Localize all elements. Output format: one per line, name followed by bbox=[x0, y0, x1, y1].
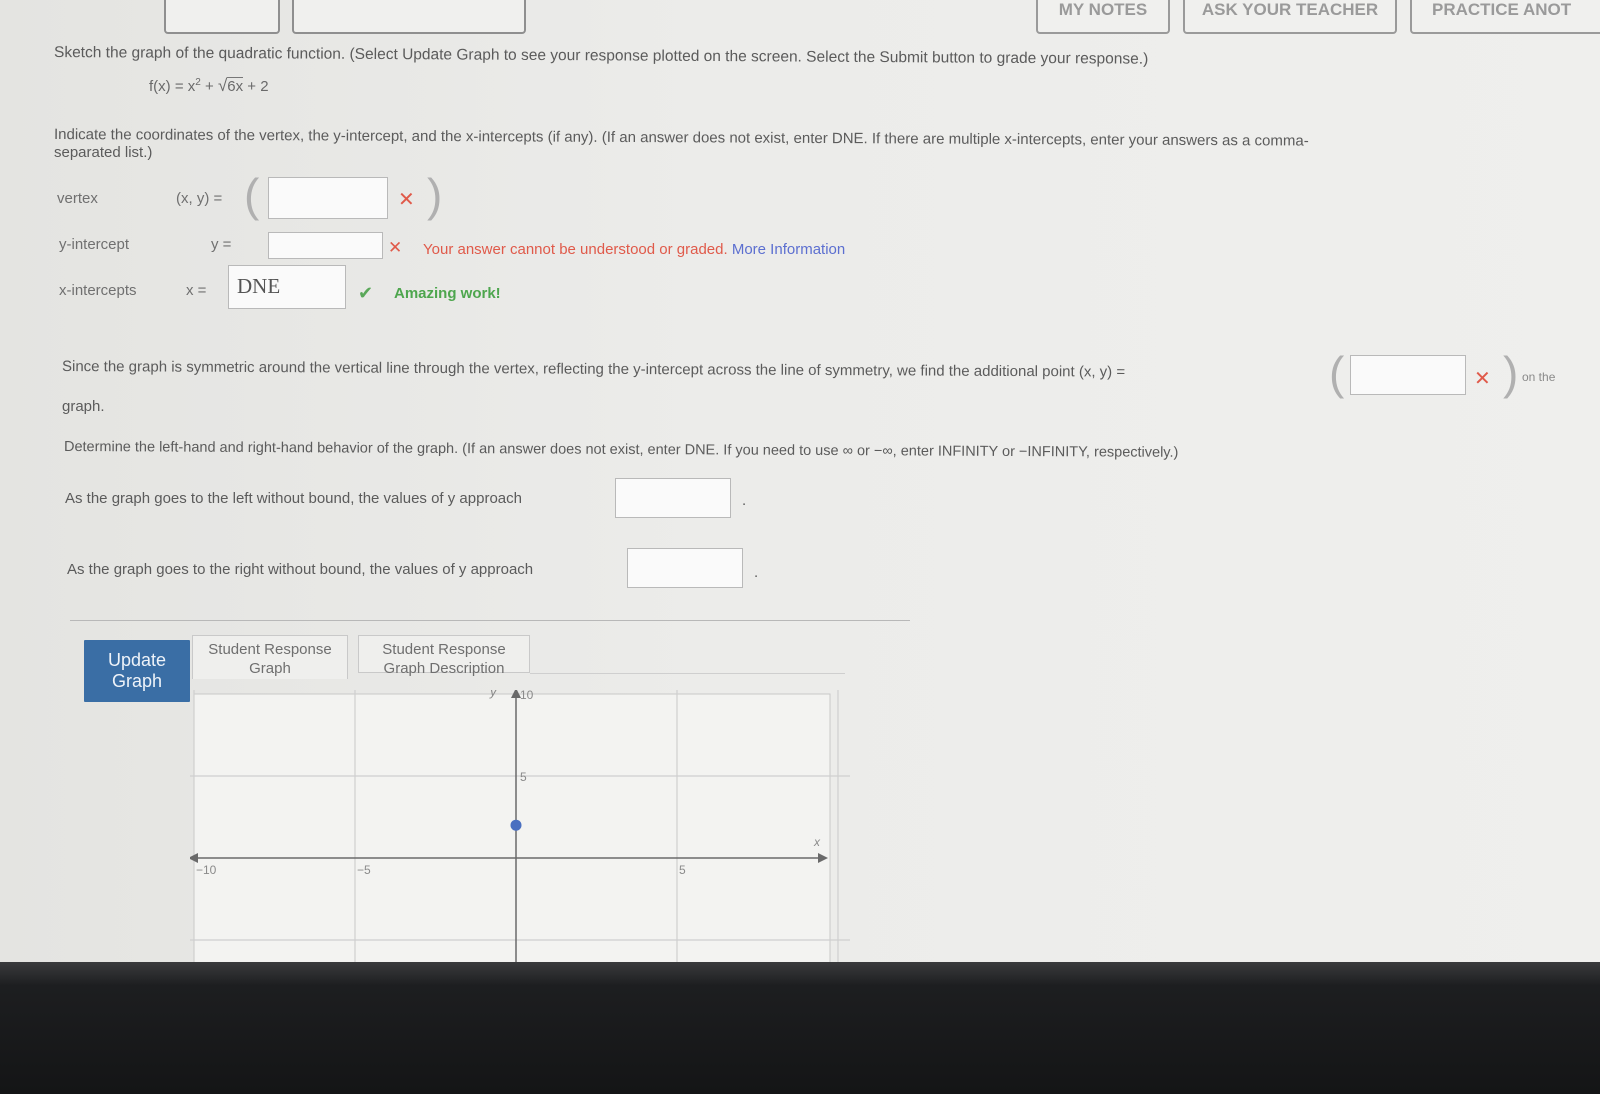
y-tick-label: 10 bbox=[520, 690, 534, 702]
tab-graph-line1: Student Response bbox=[208, 641, 332, 658]
right-behavior-text: As the graph goes to the right without b… bbox=[67, 561, 534, 578]
x-intercepts-label: x-intercepts bbox=[59, 282, 137, 299]
function-lhs: f(x) = x bbox=[149, 78, 196, 95]
y-intercept-incorrect-icon: ✕ bbox=[388, 238, 403, 257]
instructions-text: Sketch the graph of the quadratic functi… bbox=[53, 44, 1149, 68]
symmetry-point-input[interactable] bbox=[1350, 355, 1466, 395]
graph-panel-divider bbox=[70, 620, 910, 621]
function-expression: f(x) = x2 + √6x + 2 bbox=[149, 76, 269, 96]
function-tail: + 2 bbox=[243, 78, 269, 95]
tab-desc-line2: Graph Description bbox=[383, 660, 505, 677]
left-behavior-text: As the graph goes to the left without bo… bbox=[65, 490, 522, 507]
left-behavior-input[interactable] bbox=[615, 478, 731, 518]
x-intercepts-input[interactable]: DNE bbox=[228, 265, 346, 309]
symmetry-text: Since the graph is symmetric around the … bbox=[61, 358, 1126, 381]
symmetry-incorrect-icon: ✕ bbox=[1474, 368, 1491, 390]
x-intercepts-feedback: Amazing work! bbox=[394, 285, 501, 302]
my-notes-button[interactable]: MY NOTES bbox=[1036, 0, 1170, 34]
monitor-bezel bbox=[0, 962, 1600, 1094]
y-intercept-equals: y = bbox=[211, 236, 232, 253]
vertex-equals: (x, y) = bbox=[176, 190, 223, 207]
graph-word-text: graph. bbox=[62, 398, 105, 415]
graph-background bbox=[193, 693, 831, 965]
left-behavior-period: . bbox=[742, 492, 747, 509]
y-intercept-error-message: Your answer cannot be understood or grad… bbox=[423, 241, 845, 258]
tab-student-response-graph[interactable]: Student Response Graph bbox=[192, 635, 348, 679]
sqrt-symbol: √ bbox=[217, 76, 228, 95]
graph-points bbox=[510, 819, 522, 831]
vertex-close-paren: ) bbox=[427, 169, 443, 221]
on-the-text: on the bbox=[1522, 370, 1556, 384]
toolbar-button-blank-2[interactable] bbox=[292, 0, 526, 34]
tab-desc-line1: Student Response bbox=[382, 641, 506, 658]
x-tick-label: −10 bbox=[196, 863, 217, 877]
indicate-instructions-line2: separated list.) bbox=[54, 144, 153, 161]
function-radicand: 6x bbox=[227, 77, 244, 95]
update-graph-button[interactable]: Update Graph bbox=[84, 640, 190, 702]
error-text: Your answer cannot be understood or grad… bbox=[423, 241, 728, 258]
vertex-label: vertex bbox=[57, 190, 98, 207]
x-tick-label: −5 bbox=[357, 863, 371, 877]
y-tick-label: 5 bbox=[520, 770, 527, 784]
tab-student-response-description[interactable]: Student Response Graph Description bbox=[358, 635, 530, 677]
vertex-input[interactable] bbox=[268, 177, 388, 219]
right-behavior-input[interactable] bbox=[627, 548, 743, 588]
x-intercepts-equals: x = bbox=[186, 282, 207, 299]
student-response-graph[interactable]: xy−10 −5 5510 bbox=[190, 690, 850, 965]
y-intercept-input[interactable] bbox=[268, 232, 383, 259]
toolbar-button-blank-1[interactable] bbox=[164, 0, 280, 34]
y-intercept-label: y-intercept bbox=[59, 236, 130, 253]
more-information-link[interactable]: More Information bbox=[732, 241, 845, 258]
x-axis-label: x bbox=[813, 835, 821, 849]
right-behavior-period: . bbox=[754, 564, 759, 581]
behavior-instructions: Determine the left-hand and right-hand b… bbox=[63, 439, 1179, 461]
screen: MY NOTES ASK YOUR TEACHER PRACTICE ANOT … bbox=[0, 0, 1600, 965]
plotted-point[interactable] bbox=[510, 819, 522, 831]
practice-another-button[interactable]: PRACTICE ANOT bbox=[1410, 0, 1600, 34]
vertex-incorrect-icon: ✕ bbox=[398, 189, 415, 211]
correct-check-icon: ✔ bbox=[358, 283, 374, 303]
vertex-open-paren: ( bbox=[244, 169, 260, 221]
x-tick-label: 5 bbox=[679, 863, 686, 877]
symmetry-close-paren: ) bbox=[1503, 347, 1519, 399]
function-plus: + bbox=[200, 78, 218, 95]
ask-your-teacher-button[interactable]: ASK YOUR TEACHER bbox=[1183, 0, 1397, 34]
tab-strip-line bbox=[530, 673, 845, 674]
symmetry-open-paren: ( bbox=[1329, 347, 1345, 399]
tab-graph-line2: Graph bbox=[249, 660, 291, 677]
indicate-instructions-line1: Indicate the coordinates of the vertex, … bbox=[53, 126, 1309, 150]
